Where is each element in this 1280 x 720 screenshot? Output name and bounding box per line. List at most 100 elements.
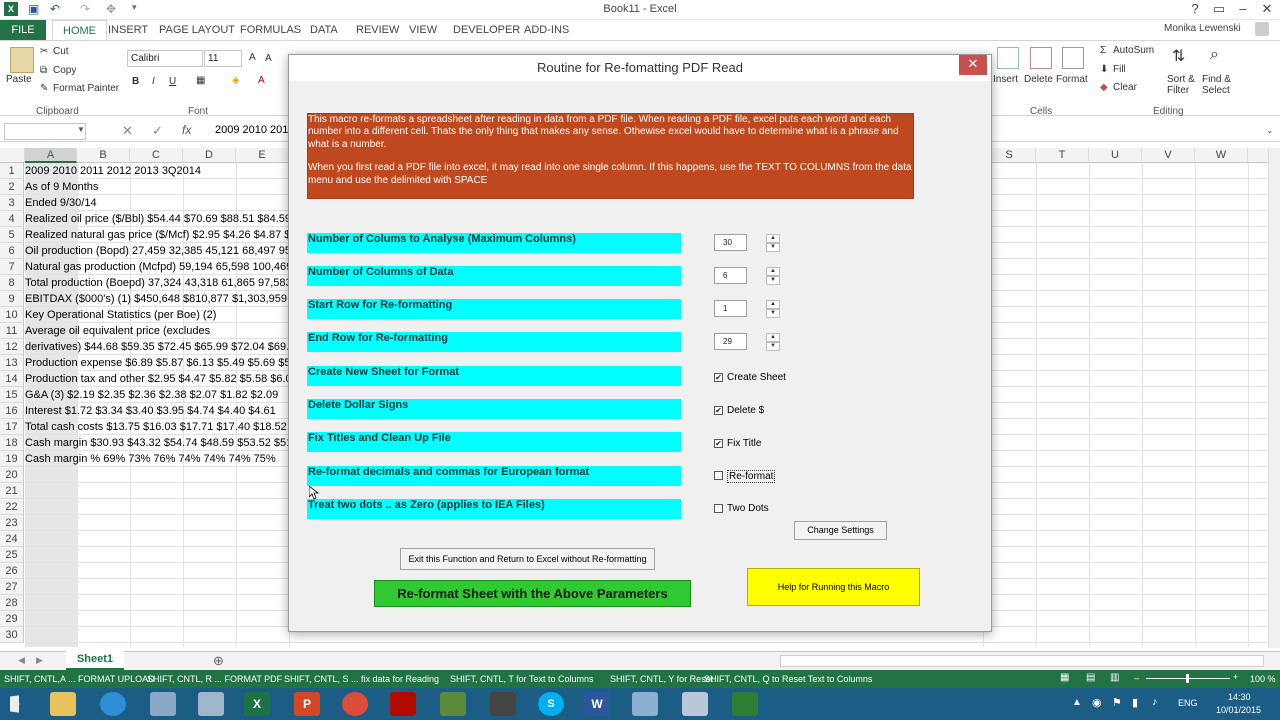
expand-formula-bar-icon[interactable]: ⌄ <box>1266 125 1274 136</box>
table-row[interactable]: As of 9 Months <box>25 179 98 195</box>
normal-view-icon[interactable]: ▦ <box>1060 672 1069 683</box>
row-header[interactable]: 18 <box>0 435 24 451</box>
row-header[interactable]: 2 <box>0 179 24 195</box>
start-row-input[interactable]: 1 <box>714 300 747 317</box>
page-layout-view-icon[interactable]: ▤ <box>1086 672 1095 683</box>
exit-button[interactable]: Exit this Function and Return to Excel w… <box>400 548 655 570</box>
end-row-spinner[interactable]: ▲ ▼ <box>766 333 780 351</box>
fill-button[interactable]: Fill <box>1113 64 1126 75</box>
table-row[interactable]: G&A (3) $2.19 $2.35 $2.36 $2.38 $2.07 $1… <box>25 387 278 403</box>
ribbon-display-icon[interactable]: ▭ <box>1206 0 1232 20</box>
row-header[interactable]: 7 <box>0 259 24 275</box>
fill-icon[interactable]: ⬇ <box>1100 64 1108 75</box>
row-header[interactable]: 16 <box>0 403 24 419</box>
row-header[interactable]: 23 <box>0 515 24 531</box>
row-header[interactable]: 11 <box>0 323 24 339</box>
column-header[interactable]: C <box>130 148 183 163</box>
prev-sheet-icon[interactable]: ◀ <box>18 655 25 666</box>
fix-titles-checkbox-label[interactable]: Fix Title <box>727 438 761 449</box>
end-row-input[interactable]: 29 <box>714 333 747 350</box>
spin-down-icon[interactable]: ▼ <box>766 342 780 351</box>
chrome-icon[interactable] <box>342 692 368 716</box>
row-header[interactable]: 24 <box>0 531 24 547</box>
table-row[interactable]: Ended 9/30/14 <box>25 195 97 211</box>
table-row[interactable]: Cash margin $30.93 $43.32 $54.74 $48.59 … <box>25 435 295 451</box>
font-name-select[interactable]: Calibri <box>127 50 203 67</box>
table-row[interactable]: Production expense $6.89 $5.87 $6.13 $5.… <box>25 355 294 371</box>
format-cells-icon[interactable] <box>1062 47 1084 69</box>
help-icon[interactable]: ? <box>1182 0 1208 20</box>
sort-filter-button[interactable]: Sort & Filter <box>1167 74 1207 96</box>
spin-up-icon[interactable]: ▲ <box>766 267 780 276</box>
delete-dollar-checkbox[interactable]: ✔ <box>714 406 723 415</box>
horizontal-scrollbar[interactable] <box>780 655 1264 667</box>
create-sheet-checkbox[interactable]: ✔ <box>714 373 723 382</box>
page-break-view-icon[interactable]: ▥ <box>1110 672 1119 683</box>
dialog-close-button[interactable]: ✕ <box>959 55 987 75</box>
table-row[interactable]: Natural gas production (Mcfpd) 59,194 65… <box>25 259 292 275</box>
volume-icon[interactable]: ♪ <box>1152 696 1158 708</box>
underline-button[interactable]: U <box>169 76 176 87</box>
clear-button[interactable]: Clear <box>1113 82 1137 93</box>
table-row[interactable]: EBITDAX ($000's) (1) $450,648 $810,877 $… <box>25 291 302 307</box>
help-button[interactable]: Help for Running this Macro <box>747 568 920 606</box>
delete-cells-icon[interactable] <box>1030 47 1052 69</box>
copy-icon[interactable]: ⧉ <box>40 65 47 76</box>
format-button[interactable]: Format <box>1056 74 1088 85</box>
confirm-entry-icon[interactable]: ✓ <box>152 123 163 139</box>
two-dots-checkbox-label[interactable]: Two Dots <box>727 503 769 514</box>
row-header[interactable]: 29 <box>0 611 24 627</box>
row-header[interactable]: 25 <box>0 547 24 563</box>
row-header[interactable]: 22 <box>0 499 24 515</box>
font-size-select[interactable]: 11 <box>204 50 242 67</box>
cut-icon[interactable]: ✂ <box>40 46 48 57</box>
find-select-button[interactable]: Find & Select <box>1202 74 1244 96</box>
network-icon[interactable]: ▮ <box>1132 696 1138 709</box>
column-header[interactable]: U <box>1089 148 1142 163</box>
clock-date[interactable]: 10/01/2015 <box>1216 705 1261 715</box>
row-header[interactable]: 3 <box>0 195 24 211</box>
app-icon[interactable] <box>490 692 516 716</box>
spin-up-icon[interactable]: ▲ <box>766 234 780 243</box>
user-name[interactable]: Monika Lewenski <box>1164 23 1241 34</box>
row-header[interactable]: 14 <box>0 371 24 387</box>
cut-button[interactable]: Cut <box>53 46 69 57</box>
column-header[interactable]: V <box>1142 148 1195 163</box>
reformat-sheet-button[interactable]: Re-format Sheet with the Above Parameter… <box>374 580 691 607</box>
row-header[interactable]: 28 <box>0 595 24 611</box>
data-columns-input[interactable]: 6 <box>714 267 747 284</box>
flag-icon[interactable]: ⚑ <box>1112 696 1122 709</box>
table-row[interactable]: Interest $1.72 $3.34 $3.40 $3.95 $4.74 $… <box>25 403 276 419</box>
file-explorer-icon[interactable] <box>50 692 76 716</box>
row-header[interactable]: 30 <box>0 627 24 643</box>
tray-up-icon[interactable]: ▲ <box>1072 697 1082 708</box>
close-window-icon[interactable]: ✕ <box>1254 0 1280 20</box>
table-row[interactable]: Realized natural gas price ($/Mcf) $2.95… <box>25 227 290 243</box>
row-header[interactable]: 17 <box>0 419 24 435</box>
acrobat-icon[interactable] <box>390 692 416 716</box>
row-header[interactable]: 27 <box>0 579 24 595</box>
row-header[interactable]: 5 <box>0 227 24 243</box>
internet-explorer-icon[interactable] <box>100 692 126 716</box>
table-row[interactable]: Oil production (Bopd) 27,459 32,385 45,1… <box>25 243 294 259</box>
row-header[interactable]: 21 <box>0 483 24 499</box>
app-icon[interactable] <box>440 692 466 716</box>
row-header[interactable]: 26 <box>0 563 24 579</box>
autosum-button[interactable]: AutoSum <box>1113 45 1154 56</box>
spin-down-icon[interactable]: ▼ <box>766 276 780 285</box>
tab-add-ins[interactable]: ADD-INS <box>514 20 579 40</box>
powerpoint-icon[interactable]: P <box>294 692 320 716</box>
paste-button[interactable]: Paste <box>6 74 32 85</box>
app-icon[interactable] <box>150 692 176 716</box>
skype-icon[interactable]: S <box>538 692 564 716</box>
fill-color-icon[interactable]: ◈ <box>232 75 240 86</box>
column-header[interactable]: A <box>25 148 77 163</box>
row-header[interactable]: 20 <box>0 467 24 483</box>
clear-icon[interactable]: ◆ <box>1100 82 1108 93</box>
italic-button[interactable]: I <box>152 76 155 87</box>
table-row[interactable]: 2009 2010 2011 2012 2013 3Q2014 <box>25 163 201 179</box>
row-header[interactable]: 10 <box>0 307 24 323</box>
format-painter-icon[interactable]: ✎ <box>40 83 48 94</box>
zoom-level[interactable]: 100 % <box>1250 674 1276 684</box>
borders-icon[interactable]: ▦ <box>196 75 205 86</box>
